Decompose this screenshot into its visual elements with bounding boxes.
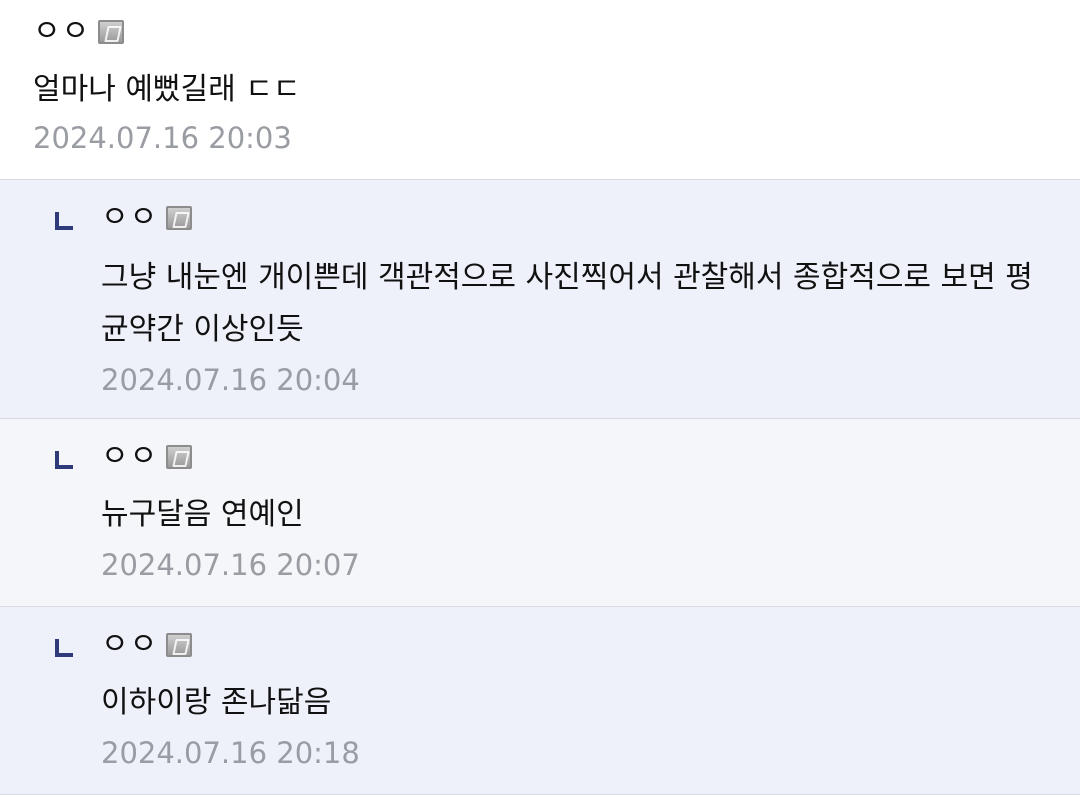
reply-arrow-icon [55, 451, 73, 469]
comment-timestamp: 2024.07.16 20:07 [101, 548, 360, 582]
nickname[interactable]: ㅇㅇ [101, 625, 158, 665]
fixed-nick-icon [166, 633, 193, 657]
comment-timestamp: 2024.07.16 20:04 [101, 363, 360, 397]
comment-text: 이하이랑 존나닮음 [101, 685, 332, 720]
comment-author[interactable]: ㅇㅇ [101, 419, 1080, 477]
nickname[interactable]: ㅇㅇ [101, 198, 158, 238]
comment-timestamp: 2024.07.16 20:18 [101, 736, 360, 770]
comment-author[interactable]: ㅇㅇ [101, 180, 1080, 238]
reply-item: ㅇㅇ 그냥 내눈엔 개이쁜데 객관적으로 사진찍어서 관찰해서 종합적으로 보면… [0, 180, 1080, 419]
comment-author[interactable]: ㅇㅇ [101, 607, 1080, 665]
reply-arrow-icon [55, 212, 73, 230]
reply-item: ㅇㅇ 이하이랑 존나닮음 2024.07.16 20:18 [0, 607, 1080, 795]
fixed-nick-icon [166, 206, 193, 230]
fixed-nick-icon [98, 20, 125, 44]
fixed-nick-icon [166, 445, 193, 469]
comment-timestamp: 2024.07.16 20:03 [33, 121, 292, 155]
comment-thread: ㅇㅇ 얼마나 예뻤길래 ㄷㄷ 2024.07.16 20:03 ㅇㅇ 그냥 내눈… [0, 0, 1080, 798]
nickname[interactable]: ㅇㅇ [33, 12, 90, 52]
comment-text: 뉴구달음 연예인 [101, 497, 304, 532]
comment-text: 그냥 내눈엔 개이쁜데 객관적으로 사진찍어서 관찰해서 종합적으로 보면 평균… [101, 260, 1033, 347]
reply-item: ㅇㅇ 뉴구달음 연예인 2024.07.16 20:07 [0, 419, 1080, 607]
comment-author[interactable]: ㅇㅇ [33, 0, 1080, 52]
comment-item: ㅇㅇ 얼마나 예뻤길래 ㄷㄷ 2024.07.16 20:03 [0, 0, 1080, 180]
comment-text: 얼마나 예뻤길래 ㄷㄷ [33, 72, 301, 107]
reply-arrow-icon [55, 639, 73, 657]
nickname[interactable]: ㅇㅇ [101, 437, 158, 477]
